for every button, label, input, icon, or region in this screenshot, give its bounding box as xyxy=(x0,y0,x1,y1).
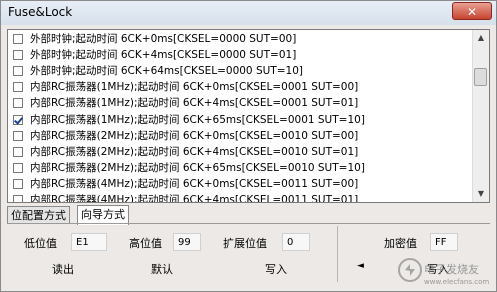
default-button[interactable]: 默认 xyxy=(151,261,173,277)
tab-bit-config[interactable]: 位配置方式 xyxy=(7,206,70,224)
fuse-option-label: 内部RC振荡器(4MHz);起动时间 6CK+4ms[CKSEL=0011 SU… xyxy=(30,194,359,203)
fuse-option-label: 内部RC振荡器(4MHz);起动时间 6CK+0ms[CKSEL=0011 SU… xyxy=(30,177,359,190)
extended-fuse-field[interactable]: 0 xyxy=(282,233,310,251)
checkbox[interactable] xyxy=(13,130,23,141)
watermark-url: www.elecfans.com xyxy=(424,278,489,286)
fuse-option-label: 外部时钟;起动时间 6CK+64ms[CKSEL=0000 SUT=10] xyxy=(30,65,303,78)
checkbox[interactable] xyxy=(13,162,23,173)
fuse-option-label: 内部RC振荡器(2MHz);起动时间 6CK+0ms[CKSEL=0010 SU… xyxy=(30,129,359,142)
scroll-down-arrow-icon[interactable]: ▼ xyxy=(473,186,489,202)
window-title: Fuse&Lock xyxy=(8,5,73,19)
fuse-lock-window: Fuse&Lock ✕ 外部时钟;起动时间 6CK+0ms[CKSEL=0000… xyxy=(0,0,497,292)
fuse-option-list[interactable]: 外部时钟;起动时间 6CK+0ms[CKSEL=0000 SUT=00] 外部时钟… xyxy=(7,29,490,203)
title-bar[interactable]: Fuse&Lock ✕ xyxy=(1,1,496,25)
checkbox[interactable] xyxy=(13,66,23,77)
checkbox[interactable] xyxy=(13,82,23,93)
high-fuse-label: 高位值 xyxy=(129,237,162,250)
checkbox[interactable] xyxy=(13,178,23,189)
checkbox[interactable] xyxy=(13,146,23,157)
lock-bits-field[interactable]: FF xyxy=(430,233,458,251)
close-button[interactable]: ✕ xyxy=(452,2,492,20)
scrollbar-thumb[interactable] xyxy=(474,68,487,86)
tab-wizard[interactable]: 向导方式 xyxy=(77,205,129,225)
fuse-option-label: 内部RC振荡器(2MHz);起动时间 6CK+4ms[CKSEL=0010 SU… xyxy=(30,145,359,158)
lock-bits-label: 加密值 xyxy=(384,237,417,250)
low-fuse-label: 低位值 xyxy=(24,237,57,250)
fuse-option-label: 外部时钟;起动时间 6CK+4ms[CKSEL=0000 SUT=01] xyxy=(30,49,297,62)
fuse-option-label: 内部RC振荡器(2MHz);起动时间 6CK+65ms[CKSEL=0010 S… xyxy=(30,161,365,174)
scroll-up-arrow-icon[interactable]: ▲ xyxy=(473,30,489,46)
checkbox[interactable] xyxy=(13,50,23,61)
fuse-option-label: 外部时钟;起动时间 6CK+0ms[CKSEL=0000 SUT=00] xyxy=(30,33,297,45)
checkbox[interactable] xyxy=(13,34,23,44)
fuse-option-label: 内部RC振荡器(1MHz);起动时间 6CK+4ms[CKSEL=0001 SU… xyxy=(30,97,359,110)
vertical-scrollbar[interactable]: ▲ ▼ xyxy=(472,30,489,202)
write-fuse-button[interactable]: 写入 xyxy=(265,261,287,277)
extended-fuse-label: 扩展位值 xyxy=(223,237,267,250)
panel-divider xyxy=(337,226,338,282)
checkbox[interactable] xyxy=(13,195,23,202)
watermark-title: 电子发烧友 xyxy=(424,262,479,276)
checkbox-checked[interactable] xyxy=(13,114,23,125)
fuse-option-label: 内部RC振荡器(1MHz);起动时间 6CK+0ms[CKSEL=0001 SU… xyxy=(30,81,359,94)
high-fuse-field[interactable]: 99 xyxy=(173,233,201,251)
read-button[interactable]: 读出 xyxy=(52,261,74,277)
checkbox[interactable] xyxy=(13,98,23,109)
fuse-option-label: 内部RC振荡器(1MHz);起动时间 6CK+65ms[CKSEL=0001 S… xyxy=(30,113,365,126)
elecfans-watermark-logo: 电子发烧友 www.elecfans.com xyxy=(398,258,489,286)
low-fuse-field[interactable]: E1 xyxy=(71,233,107,251)
lock-arrow-icon[interactable]: ◄ xyxy=(357,261,364,271)
